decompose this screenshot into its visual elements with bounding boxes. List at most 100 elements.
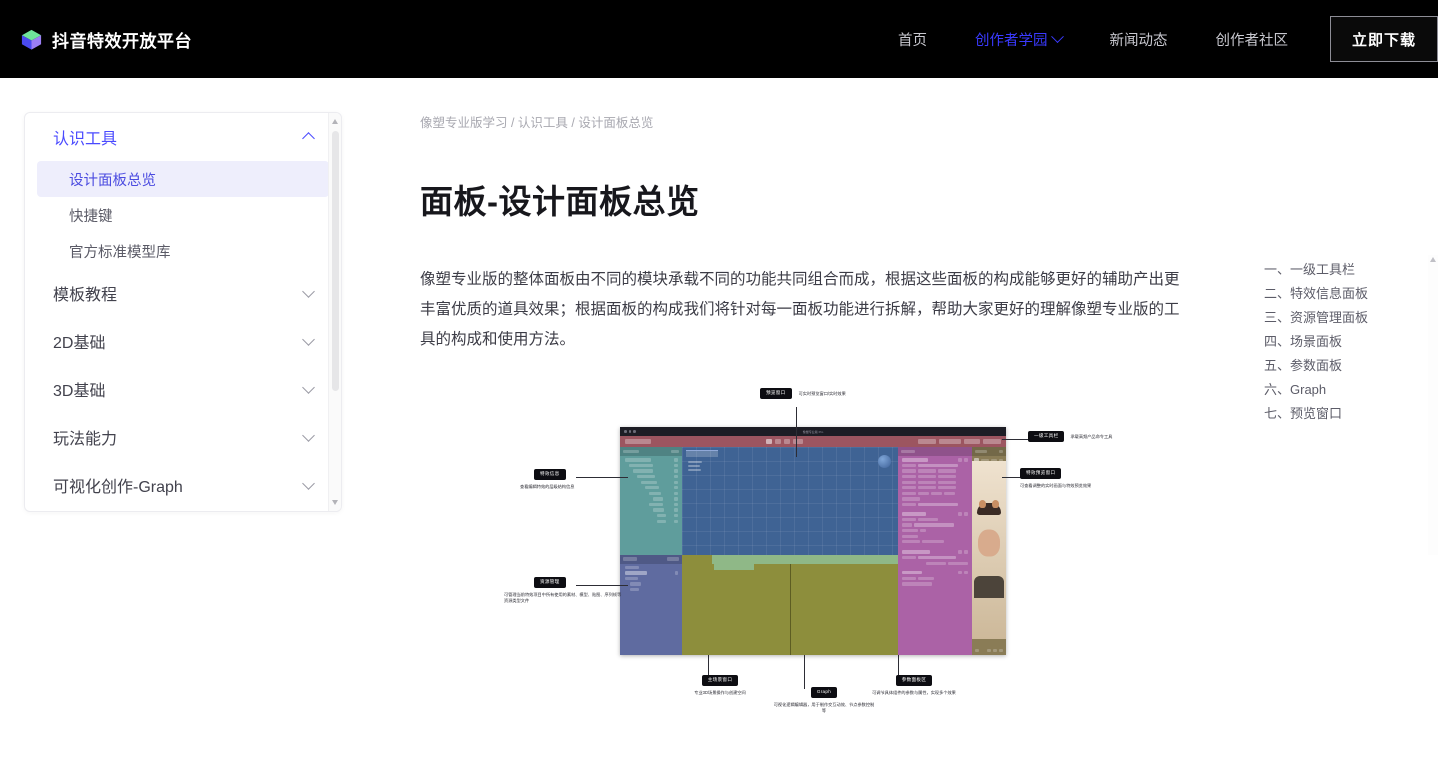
callout-resource-manager: 资源管理 可管理当前特效项目中所有使用的素材、模型、贴图、序列帧等资源类型文件 — [504, 577, 624, 604]
toolbar-chip — [766, 439, 772, 444]
toolbar-chip — [775, 439, 781, 444]
brand-name: 抖音特效开放平台 — [52, 31, 192, 51]
sidebar-group-label: 可视化创作-Graph — [53, 479, 183, 496]
page-scrollbar[interactable] — [1428, 255, 1438, 555]
sidebar-item-label: 快捷键 — [69, 208, 113, 225]
sidebar-item-label: 设计面板总览 — [69, 172, 156, 189]
callout-tag: 资源管理 — [534, 577, 566, 589]
callout-graph: Graph 可视化逻辑编辑器，用于制作交互动效、节点参数控制等 — [772, 687, 876, 714]
sidebar-item-shortcuts[interactable]: 快捷键 — [37, 197, 329, 233]
sidebar-group-label: 玩法能力 — [53, 431, 118, 448]
toc-item-preview-window[interactable]: 七、预览窗口 — [1264, 402, 1414, 426]
chevron-down-icon[interactable] — [332, 500, 338, 505]
nav-item-news[interactable]: 新闻动态 — [1086, 0, 1192, 78]
sidebar-group-3d-basics[interactable]: 3D基础 — [25, 365, 341, 413]
app-window-mock: 像塑专业版 Pro — [620, 427, 1006, 655]
callout-desc: 可视化逻辑编辑器，用于制作交互动效、节点参数控制等 — [773, 702, 875, 714]
download-button[interactable]: 立即下载 — [1330, 16, 1438, 62]
table-of-contents: 一、一级工具栏 二、特效信息面板 三、资源管理面板 四、场景面板 五、参数面板 … — [1264, 258, 1414, 426]
panel-overview-figure: 像塑专业版 Pro 预览窗口 可实时预览窗口/实时效果 特效信息 查看编辑特效的… — [420, 385, 1210, 715]
brand[interactable]: 抖音特效开放平台 — [20, 27, 192, 52]
window-title: 像塑专业版 Pro — [802, 429, 824, 434]
sidebar-group-label: 2D基础 — [53, 335, 106, 352]
callout-preview-window: 预览窗口 可实时预览窗口/实时效果 — [760, 388, 846, 400]
panel-header — [620, 554, 682, 564]
toolbar-chip — [918, 439, 936, 444]
sidebar-group-2d-basics[interactable]: 2D基础 — [25, 317, 341, 365]
breadcrumb[interactable]: 像塑专业版学习 / 认识工具 / 设计面板总览 — [420, 112, 1210, 131]
nav-item-creator-academy-label: 创作者学园 — [975, 32, 1048, 49]
sidebar-group-template-tutorial[interactable]: 模板教程 — [25, 269, 341, 317]
main-scene-viewport — [682, 447, 898, 555]
graph-tabbar — [682, 554, 898, 564]
window-dot — [624, 430, 627, 433]
preview-window-panel — [972, 447, 1006, 655]
panel-title-chip — [975, 449, 987, 454]
main-content: 像塑专业版学习 / 认识工具 / 设计面板总览 面板-设计面板总览 像塑专业版的… — [420, 112, 1210, 715]
toolbar-chip — [983, 439, 1001, 444]
toolbar-logo-chip — [625, 439, 651, 444]
site-header: 抖音特效开放平台 首页 创作者学园 新闻动态 创作者社区 立即下载 — [0, 0, 1438, 78]
leader-line — [898, 655, 899, 677]
toc-item-parameter-panel[interactable]: 五、参数面板 — [1264, 354, 1414, 378]
avatar-head — [978, 529, 1000, 557]
toolbar-chip — [793, 439, 803, 444]
sidebar-scrollbar[interactable] — [328, 113, 341, 511]
panel-title-chip — [901, 449, 915, 454]
callout-tag: 特效预览窗口 — [1020, 468, 1062, 480]
avatar-ear-left — [978, 500, 986, 509]
graph-tab-active — [682, 554, 712, 564]
nav-item-creator-academy[interactable]: 创作者学园 — [951, 0, 1086, 78]
view-gizmo-icon — [878, 455, 891, 468]
viewport-grid — [682, 447, 898, 555]
nav-item-home[interactable]: 首页 — [874, 0, 951, 78]
chevron-up-icon[interactable] — [332, 119, 338, 124]
toc-item-effect-info[interactable]: 二、特效信息面板 — [1264, 282, 1414, 306]
sidebar-group-visual-graph[interactable]: 可视化创作-Graph — [25, 461, 341, 509]
sidebar-group-recognize-tools[interactable]: 认识工具 — [25, 113, 341, 161]
callout-tag: 主场景窗口 — [701, 675, 739, 687]
chevron-up-icon[interactable] — [1429, 257, 1436, 262]
main-nav: 首页 创作者学园 新闻动态 创作者社区 立即下载 — [874, 0, 1438, 78]
toolbar-chip — [939, 439, 961, 444]
chevron-down-icon — [302, 476, 315, 490]
leader-line — [1002, 439, 1030, 440]
window-body — [620, 447, 1006, 655]
toc-item-resource-manager[interactable]: 三、资源管理面板 — [1264, 306, 1414, 330]
callout-tag: Graph — [810, 687, 838, 699]
chevron-down-icon — [302, 284, 315, 298]
callout-tag: 参数面板区 — [895, 675, 933, 687]
toc-item-graph[interactable]: 六、Graph — [1264, 378, 1414, 402]
callout-main-scene: 主场景窗口 专业3D场景操作与创建空间 — [670, 675, 770, 696]
callout-primary-toolbar: 一级工具栏 承载高频产品命令工具 — [1028, 431, 1113, 443]
page-title: 面板-设计面板总览 — [420, 183, 700, 220]
sidebar-nav: 认识工具 设计面板总览 快捷键 官方标准模型库 模板教程 2D基础 3D基础 玩… — [24, 112, 342, 512]
callout-desc: 专业3D场景操作与创建空间 — [694, 690, 746, 696]
sidebar-group-label: 3D基础 — [53, 383, 106, 400]
panel-action-chip — [667, 557, 679, 561]
panel-header — [620, 447, 682, 456]
graph-panel — [682, 554, 898, 655]
sidebar-item-panel-overview[interactable]: 设计面板总览 — [37, 161, 329, 197]
leader-line — [708, 655, 709, 677]
toc-item-scene-panel[interactable]: 四、场景面板 — [1264, 330, 1414, 354]
nav-item-home-label: 首页 — [898, 32, 927, 49]
callout-desc: 承载高频产品命令工具 — [1070, 433, 1113, 439]
toc-item-toolbar[interactable]: 一、一级工具栏 — [1264, 258, 1414, 282]
window-dot — [628, 430, 631, 433]
sidebar-group-gameplay[interactable]: 玩法能力 — [25, 413, 341, 461]
leader-line — [804, 655, 805, 689]
panel-header — [898, 447, 972, 456]
chevron-down-icon — [302, 428, 315, 442]
nav-item-community[interactable]: 创作者社区 — [1192, 0, 1313, 78]
sidebar-group-label: 模板教程 — [53, 287, 118, 304]
intro-paragraph: 像塑专业版的整体面板由不同的模块承载不同的功能共同组合而成，根据这些面板的构成能… — [420, 271, 1180, 348]
sidebar-item-model-library[interactable]: 官方标准模型库 — [37, 233, 329, 269]
window-titlebar: 像塑专业版 Pro — [620, 427, 1006, 436]
chevron-up-icon — [302, 132, 315, 145]
effect-info-panel — [620, 447, 682, 555]
callout-tag: 预览窗口 — [760, 388, 792, 400]
toolbar-chip — [784, 439, 790, 444]
sidebar-scrollbar-thumb[interactable] — [332, 131, 339, 391]
resource-manager-panel — [620, 554, 682, 655]
